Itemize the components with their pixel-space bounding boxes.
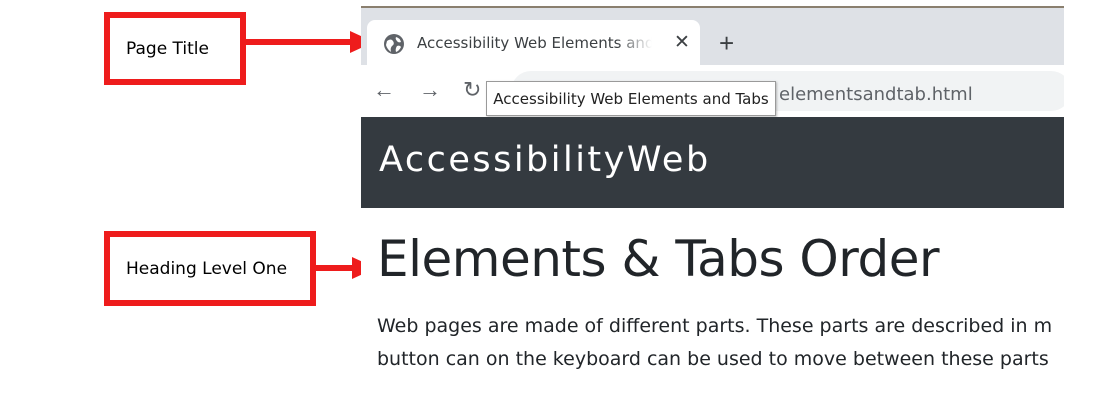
page-title-callout-label: Page Title [126, 38, 209, 59]
close-icon[interactable]: ✕ [674, 31, 690, 54]
url-text: elementsandtab.html [779, 84, 973, 105]
arrow-right-icon[interactable]: → [419, 79, 441, 101]
reload-icon[interactable]: ↻ [463, 79, 481, 101]
paragraph-line: button can on the keyboard can be used t… [377, 348, 1049, 370]
heading-callout-label: Heading Level One [126, 258, 288, 279]
site-navbar: AccessibilityWeb [361, 117, 1064, 208]
globe-icon [384, 34, 404, 54]
tab-strip: Accessibility Web Elements and Tabs ✕ + [361, 6, 1064, 67]
page-title-arrow [246, 31, 374, 53]
site-brand[interactable]: AccessibilityWeb [379, 140, 711, 180]
page-title-callout: Page Title [104, 12, 246, 85]
tab-tooltip: Accessibility Web Elements and Tabs [486, 81, 776, 116]
page-heading: Elements & Tabs Order [377, 230, 940, 288]
tab-title: Accessibility Web Elements and Tabs [417, 34, 652, 52]
browser-tab[interactable]: Accessibility Web Elements and Tabs ✕ [367, 20, 700, 67]
browser-window: Accessibility Web Elements and Tabs ✕ + … [361, 6, 1064, 400]
heading-callout: Heading Level One [104, 231, 316, 306]
arrow-left-icon[interactable]: ← [373, 79, 395, 101]
paragraph-line: Web pages are made of different parts. T… [377, 315, 1053, 337]
plus-icon[interactable]: + [719, 30, 734, 56]
